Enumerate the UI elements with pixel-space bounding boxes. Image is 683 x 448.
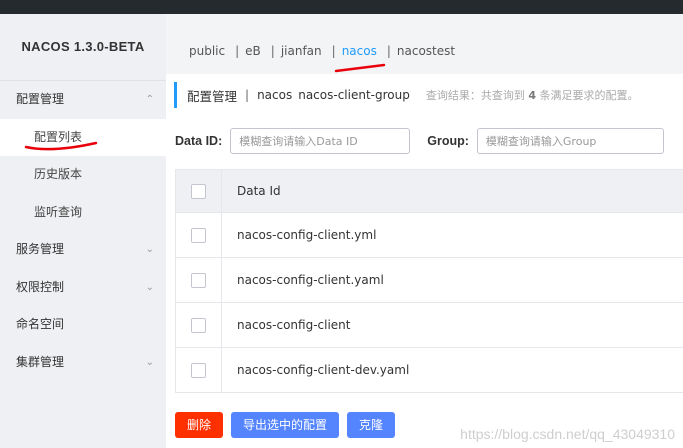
namespace-tab-public[interactable]: public bbox=[189, 44, 225, 58]
sidebar: NACOS 1.3.0-BETA 配置管理 ⌃ 配置列表 历史版本 监听查询 服… bbox=[0, 14, 166, 448]
page-title-row: 配置管理 | nacos nacos-client-group 查询结果：共查询… bbox=[174, 82, 683, 108]
sidebar-item-label: 监听查询 bbox=[34, 204, 83, 219]
table-row: nacos-config-client bbox=[176, 303, 683, 348]
namespace-separator: | bbox=[331, 44, 336, 58]
title-separator: | bbox=[245, 88, 250, 102]
query-result-summary: 查询结果：共查询到 4 条满足要求的配置。 bbox=[426, 87, 639, 103]
group-search-input[interactable] bbox=[476, 128, 664, 154]
delete-button[interactable]: 删除 bbox=[175, 412, 224, 438]
red-annotation-underline bbox=[334, 63, 386, 73]
data-id-cell: nacos-config-client.yml bbox=[237, 228, 377, 242]
sidebar-item-cluster-management[interactable]: 集群管理 ⌄ bbox=[0, 344, 166, 382]
search-row: Data ID: Group: bbox=[175, 128, 664, 154]
row-checkbox-cell bbox=[176, 348, 222, 392]
sidebar-item-label: 服务管理 bbox=[16, 242, 65, 256]
result-suffix: 条满足要求的配置。 bbox=[539, 89, 639, 102]
sidebar-item-service-management[interactable]: 服务管理 ⌄ bbox=[0, 231, 166, 269]
row-checkbox[interactable] bbox=[191, 362, 206, 378]
clone-button[interactable]: 克隆 bbox=[347, 412, 396, 438]
sidebar-item-label: 配置管理 bbox=[16, 92, 65, 106]
action-buttons: 删除 导出选中的配置 克隆 bbox=[175, 412, 396, 438]
row-checkbox-cell bbox=[176, 213, 222, 257]
table-row: nacos-config-client-dev.yaml bbox=[176, 348, 683, 393]
dataid-label: Data ID: bbox=[175, 134, 223, 148]
row-checkbox-cell bbox=[176, 303, 222, 347]
top-bar bbox=[0, 0, 683, 14]
sidebar-item-config-management[interactable]: 配置管理 ⌃ bbox=[0, 81, 166, 119]
row-checkbox-cell bbox=[176, 258, 222, 302]
row-checkbox[interactable] bbox=[191, 272, 206, 288]
row-checkbox[interactable] bbox=[191, 227, 206, 243]
chevron-down-icon: ⌄ bbox=[145, 281, 154, 293]
column-header-data-id: Data Id bbox=[237, 184, 281, 198]
row-checkbox[interactable] bbox=[191, 317, 206, 333]
namespace-tab-eb[interactable]: eB bbox=[245, 44, 261, 58]
header-checkbox-cell bbox=[176, 170, 222, 212]
sidebar-item-namespace[interactable]: 命名空间 bbox=[0, 306, 166, 344]
sidebar-item-label: 集群管理 bbox=[16, 354, 65, 369]
namespace-tab-jianfan[interactable]: jianfan bbox=[281, 44, 322, 58]
group-label: Group: bbox=[427, 134, 469, 148]
table-row: nacos-config-client.yaml bbox=[176, 258, 683, 303]
namespace-separator: | bbox=[270, 44, 275, 58]
namespace-list: public | eB | jianfan | nacos | nacostes… bbox=[189, 44, 455, 58]
brand-title: NACOS 1.3.0-BETA bbox=[21, 39, 145, 54]
namespace-bar: public | eB | jianfan | nacos | nacostes… bbox=[166, 14, 683, 74]
config-table: Data Id nacos-config-client.yml nacos-co… bbox=[175, 169, 683, 393]
export-selected-button[interactable]: 导出选中的配置 bbox=[231, 412, 340, 438]
sidebar-item-history[interactable]: 历史版本 bbox=[0, 156, 166, 194]
namespace-separator: | bbox=[235, 44, 240, 58]
chevron-up-icon: ⌃ bbox=[145, 94, 154, 105]
page-title: 配置管理 bbox=[187, 88, 238, 104]
table-header: Data Id bbox=[176, 169, 683, 213]
title-group: nacos-client-group bbox=[298, 88, 410, 102]
sidebar-item-label: 命名空间 bbox=[16, 317, 65, 331]
sidebar-menu: 配置管理 ⌃ 配置列表 历史版本 监听查询 服务管理 ⌄ 权限控制 ⌄ 命名空间… bbox=[0, 80, 166, 381]
sidebar-item-label: 权限控制 bbox=[16, 279, 65, 294]
watermark: https://blog.csdn.net/qq_43049310 bbox=[460, 426, 675, 442]
sidebar-item-listener-query[interactable]: 监听查询 bbox=[0, 194, 166, 232]
dataid-search-input[interactable] bbox=[230, 128, 411, 154]
sidebar-item-label: 历史版本 bbox=[34, 167, 83, 181]
sidebar-item-access-control[interactable]: 权限控制 ⌄ bbox=[0, 269, 166, 307]
main-content: public | eB | jianfan | nacos | nacostes… bbox=[166, 14, 683, 448]
title-namespace: nacos bbox=[257, 88, 293, 102]
chevron-down-icon: ⌄ bbox=[145, 244, 154, 255]
namespace-tab-nacostest[interactable]: nacostest bbox=[397, 44, 455, 58]
chevron-down-icon: ⌄ bbox=[145, 356, 154, 368]
select-all-checkbox[interactable] bbox=[191, 183, 206, 199]
table-row: nacos-config-client.yml bbox=[176, 213, 683, 258]
namespace-tab-nacos[interactable]: nacos bbox=[342, 44, 377, 58]
data-id-cell: nacos-config-client.yaml bbox=[237, 273, 384, 287]
result-count: 4 bbox=[528, 89, 536, 102]
red-annotation-underline bbox=[24, 141, 98, 151]
data-id-cell: nacos-config-client-dev.yaml bbox=[237, 363, 410, 377]
result-prefix: 查询结果：共查询到 bbox=[425, 89, 525, 102]
data-id-cell: nacos-config-client bbox=[237, 318, 351, 332]
namespace-separator: | bbox=[386, 44, 391, 58]
